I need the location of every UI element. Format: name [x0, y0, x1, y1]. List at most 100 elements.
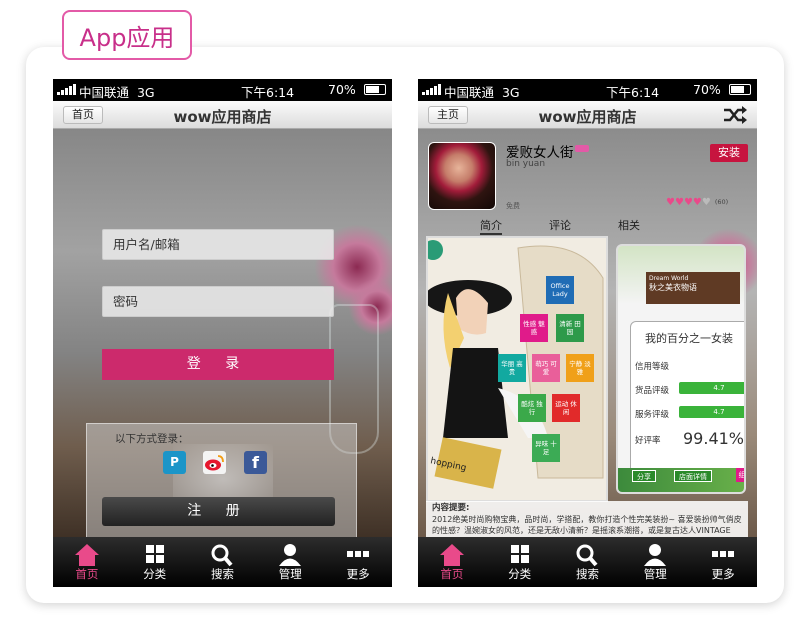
shop-panel: 我的百分之一女装 信用等级 货品评级 4.7 服务评级 4.7 好评率 99.4…	[630, 321, 745, 491]
user-icon	[279, 544, 302, 566]
username-field[interactable]: 用户名/邮箱	[102, 229, 334, 260]
detail-tabs: 简介 评论 相关	[418, 217, 757, 235]
side-button[interactable]: 组	[736, 468, 744, 482]
tab-label: 首页	[440, 567, 464, 581]
more-icon	[347, 551, 370, 557]
shuffle-icon[interactable]	[723, 106, 747, 124]
screenshot-2[interactable]: Dream World 秋之美衣物语 我的百分之一女装 信用等级 货品评级 4.…	[616, 244, 746, 494]
tab-intro[interactable]: 简介	[480, 217, 502, 235]
heart-icon: ♥	[666, 197, 675, 208]
app-category-label: App应用	[62, 10, 192, 60]
tab-label: 更多	[346, 567, 370, 581]
tab-search[interactable]: 搜索	[189, 537, 257, 587]
banner-line1: Dream World	[649, 275, 689, 282]
tab-label: 更多	[711, 567, 735, 581]
style-tile: 华丽 高贵	[498, 354, 526, 382]
heart-icon: ♥	[701, 197, 711, 208]
style-tile: 性感 魅惑	[520, 314, 548, 342]
tab-label: 管理	[278, 567, 302, 581]
register-button[interactable]: 注 册	[102, 497, 335, 526]
tab-more[interactable]: 更多	[689, 537, 757, 587]
tab-category[interactable]: 分类	[486, 537, 554, 587]
good-rate-label: 好评率	[635, 436, 661, 446]
search-icon	[211, 544, 234, 567]
app-developer: bin yuan	[506, 159, 546, 169]
tab-search[interactable]: 搜索	[554, 537, 622, 587]
style-tile: 萌巧 可爱	[532, 354, 560, 382]
tab-label: 搜索	[210, 567, 234, 581]
service-rating-bar: 4.7	[679, 406, 744, 418]
desc-title: 内容提要:	[432, 503, 470, 513]
style-tile: 运动 休闲	[552, 394, 580, 422]
tab-label: 搜索	[575, 567, 599, 581]
carrier: 中国联通 3G	[444, 85, 520, 100]
battery-percent: 70%	[693, 82, 721, 97]
nav-bar: 首页 wow应用商店	[53, 101, 392, 129]
sina-weibo-icon[interactable]	[203, 451, 226, 474]
status-time: 下午6:14	[241, 85, 295, 100]
status-bar: 中国联通 3G 下午6:14 70%	[418, 79, 757, 101]
age-rating-badge	[575, 145, 589, 152]
login-phone-screen: 中国联通 3G 下午6:14 70% 首页 wow应用商店 用户名/邮箱 密码 …	[53, 79, 392, 587]
signal-icon	[422, 84, 441, 95]
detail-phone-screen: 中国联通 3G 下午6:14 70% 主页 wow应用商店 爱败女人街 bin …	[418, 79, 757, 587]
shop-detail-button[interactable]: 店面详情	[674, 470, 712, 482]
heart-icon: ♥	[674, 197, 684, 208]
tab-manage[interactable]: 管理	[621, 537, 689, 587]
app-price: 免费	[506, 202, 520, 210]
tab-reviews[interactable]: 评论	[549, 217, 571, 233]
grid-icon	[145, 545, 164, 563]
tab-label: 管理	[643, 567, 667, 581]
home-icon	[74, 544, 99, 566]
tencent-weibo-icon[interactable]: P	[163, 451, 186, 474]
share-button[interactable]: 分享	[632, 470, 656, 482]
status-bar: 中国联通 3G 下午6:14 70%	[53, 79, 392, 101]
nav-bar: 主页 wow应用商店	[418, 101, 757, 129]
tab-home[interactable]: 首页	[53, 537, 121, 587]
user-icon	[644, 544, 667, 566]
tab-label: 分类	[508, 567, 532, 581]
heart-icon: ♥	[692, 197, 702, 208]
home-icon	[439, 544, 464, 566]
install-button[interactable]: 安装	[710, 144, 748, 162]
password-field[interactable]: 密码	[102, 286, 334, 317]
tab-more[interactable]: 更多	[324, 537, 392, 587]
service-rating-label: 服务评级	[635, 410, 670, 420]
tab-home[interactable]: 首页	[418, 537, 486, 587]
good-rate-value: 99.41%	[683, 429, 745, 448]
credit-label: 信用等级	[635, 362, 670, 372]
goods-rating-label: 货品评级	[635, 386, 670, 396]
login-button[interactable]: 登 录	[102, 349, 334, 380]
tab-bar: 首页 分类 搜索 管理 更多	[53, 537, 392, 587]
more-icon	[712, 551, 735, 557]
battery-icon	[364, 84, 386, 95]
tab-category[interactable]: 分类	[121, 537, 189, 587]
store-title: wow应用商店	[173, 108, 272, 126]
shop-title: 我的百分之一女装	[645, 332, 733, 345]
rating-hearts: ♥♥♥♥♥ (60)	[666, 197, 728, 208]
facebook-icon[interactable]: f	[244, 451, 267, 474]
tab-manage[interactable]: 管理	[256, 537, 324, 587]
status-time: 下午6:14	[606, 85, 660, 100]
style-tile: Office Lady	[546, 276, 574, 304]
grid-icon	[510, 545, 529, 563]
style-tile: 宁静 淡雅	[566, 354, 594, 382]
banner: Dream World 秋之美衣物语	[646, 272, 740, 304]
style-tile: 清新 田园	[556, 314, 584, 342]
search-icon	[576, 544, 599, 567]
battery-percent: 70%	[328, 82, 356, 97]
tab-label: 分类	[143, 567, 167, 581]
style-tile: 异味 十足	[532, 434, 560, 462]
battery-icon	[729, 84, 751, 95]
review-count: (60)	[714, 198, 729, 206]
social-login-label: 以下方式登录：	[115, 433, 189, 445]
screenshot-1[interactable]: Office Lady 性感 魅惑 清新 田园 华丽 高贵 萌巧 可爱 宁静 淡…	[426, 236, 608, 502]
social-login-panel: 以下方式登录： P f 注 册	[86, 423, 357, 551]
tab-related[interactable]: 相关	[618, 217, 640, 233]
heart-icon: ♥	[683, 197, 693, 208]
background-photo: 用户名/邮箱 密码 登 录 以下方式登录： P f 注 册	[53, 129, 392, 551]
style-tile: 酷炫 独行	[518, 394, 546, 422]
goods-rating-bar: 4.7	[679, 382, 744, 394]
tab-label: 首页	[75, 567, 99, 581]
carrier: 中国联通 3G	[79, 85, 155, 100]
